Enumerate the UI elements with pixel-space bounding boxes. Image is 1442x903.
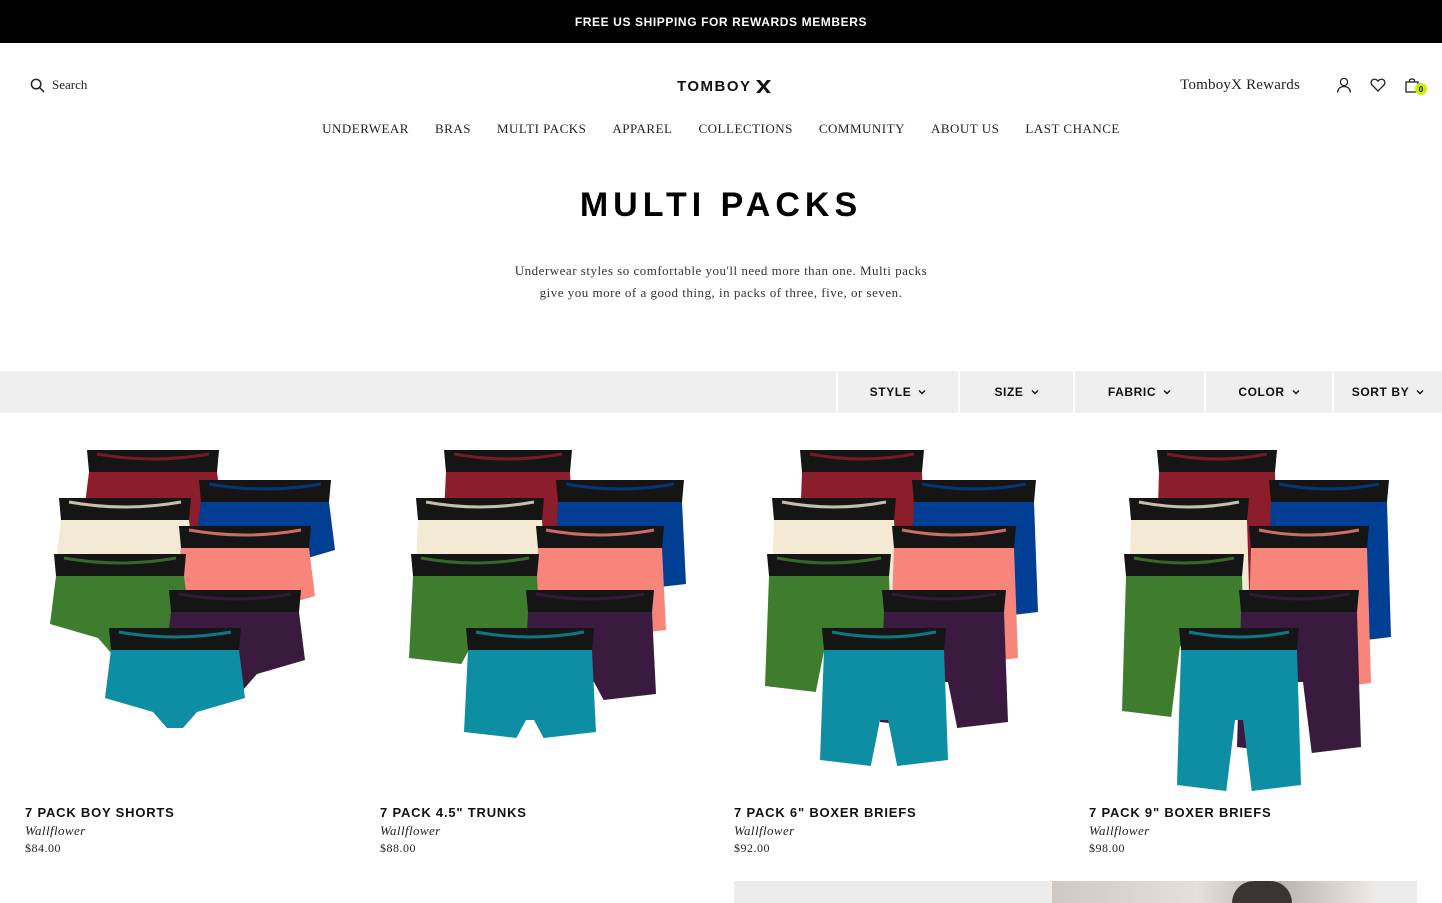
product-price: $92.00 [734,841,770,855]
page-description: Underwear styles so comfortable you'll n… [514,263,928,300]
search-button[interactable]: Search [30,76,87,94]
page-title: MULTI PACKS [579,186,863,224]
filter-size[interactable]: SIZE [958,371,1073,413]
product-image[interactable] [25,432,355,797]
site-logo[interactable]: TOMBOY [677,76,772,96]
nav-item-multi-packs[interactable]: MULTI PACKS [497,121,586,141]
product-image[interactable] [1089,432,1419,797]
product-image[interactable] [380,432,710,797]
product-card[interactable]: 7 PACK BOY SHORTS Wallflower $84.00 [25,432,355,856]
cart-count-badge: 0 [1415,83,1427,95]
product-price: $84.00 [25,841,61,855]
nav-item-last-chance[interactable]: LAST CHANCE [1025,121,1119,141]
product-color: Wallflower [1089,823,1150,838]
heart-icon [1370,78,1386,92]
search-icon [30,78,45,93]
chevron-down-icon [1292,390,1300,395]
chevron-down-icon [1163,390,1171,395]
logo-x-mark [755,79,771,93]
rewards-link[interactable]: TomboyX Rewards [1180,77,1300,94]
header-utilities: TomboyX Rewards 0 [1180,74,1427,96]
product-title[interactable]: 7 PACK BOY SHORTS [25,805,355,820]
nav-item-community[interactable]: COMMUNITY [819,121,905,141]
logo-text: TOMBOY [677,77,752,95]
filter-color[interactable]: COLOR [1204,371,1332,413]
filter-size-label: SIZE [994,385,1024,399]
product-color: Wallflower [25,823,86,838]
product-photo-trunks [409,450,686,738]
chevron-down-icon [918,390,926,395]
product-title[interactable]: 7 PACK 4.5" TRUNKS [380,805,710,820]
account-button[interactable] [1336,77,1352,93]
product-image[interactable] [734,432,1064,797]
product-color: Wallflower [734,823,795,838]
filter-style-label: STYLE [869,385,912,399]
filter-style[interactable]: STYLE [836,371,958,413]
product-card[interactable]: 7 PACK 6" BOXER BRIEFS Wallflower $92.00 [734,432,1064,856]
cart-button[interactable]: 0 [1404,77,1427,95]
account-icon [1336,77,1352,93]
product-price: $88.00 [380,841,416,855]
sort-by-label: SORT BY [1351,385,1410,399]
sort-by[interactable]: SORT BY [1332,371,1442,413]
product-photo-boy-shorts [50,450,335,728]
product-photo-9in-boxer-briefs [1122,450,1391,791]
filter-fabric-label: FABRIC [1107,385,1157,399]
wishlist-button[interactable] [1370,77,1386,93]
announcement-text: FREE US SHIPPING FOR REWARDS MEMBERS [574,15,868,29]
product-color: Wallflower [380,823,441,838]
main-nav: UNDERWEAR BRAS MULTI PACKS APPAREL COLLE… [0,121,1442,141]
nav-item-bras[interactable]: BRAS [435,121,471,141]
product-title[interactable]: 7 PACK 6" BOXER BRIEFS [734,805,1064,820]
product-price: $98.00 [1089,841,1125,855]
announcement-bar: FREE US SHIPPING FOR REWARDS MEMBERS [0,0,1442,43]
chevron-down-icon [1031,390,1039,395]
product-card[interactable]: 7 PACK 9" BOXER BRIEFS Wallflower $98.00 [1089,432,1419,856]
filter-fabric[interactable]: FABRIC [1073,371,1204,413]
product-title[interactable]: 7 PACK 9" BOXER BRIEFS [1089,805,1419,820]
nav-item-underwear[interactable]: UNDERWEAR [322,121,409,141]
promo-image [1052,881,1374,903]
product-photo-6in-boxer-briefs [765,450,1038,766]
nav-item-apparel[interactable]: APPAREL [612,121,672,141]
nav-item-collections[interactable]: COLLECTIONS [699,121,793,141]
nav-item-about-us[interactable]: ABOUT US [931,121,999,141]
promo-model-photo [1232,881,1292,903]
chevron-down-icon [1416,390,1424,395]
search-label: Search [52,77,88,92]
promo-tile[interactable] [734,881,1417,903]
filter-bar: STYLE SIZE FABRIC COLOR SORT BY [0,371,1442,413]
product-card[interactable]: 7 PACK 4.5" TRUNKS Wallflower $88.00 [380,432,710,856]
filter-color-label: COLOR [1238,385,1285,399]
